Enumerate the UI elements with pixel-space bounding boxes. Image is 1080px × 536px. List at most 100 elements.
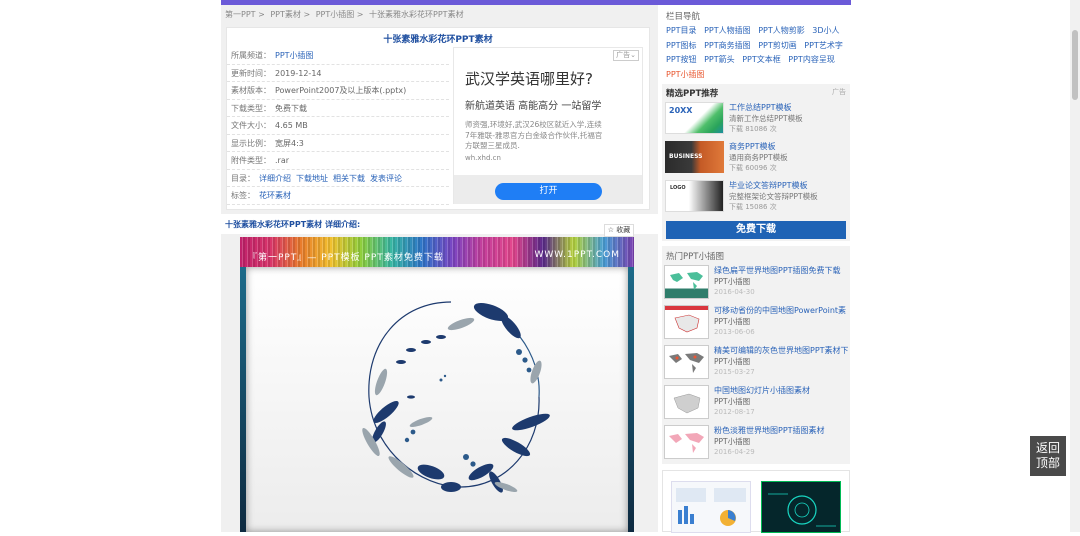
hot-item-title[interactable]: 可移动省份的中国地图PowerPoint素 <box>714 305 848 316</box>
hot-thumbnail[interactable] <box>664 265 709 299</box>
info-value: 宽屏4:3 <box>275 138 304 148</box>
recommend-item-count: 下载 15086 次 <box>729 203 777 211</box>
recommend-thumbnail[interactable]: 20XX <box>665 102 724 134</box>
toc-link-download[interactable]: 下载地址 <box>296 174 328 183</box>
world-map-icon <box>670 272 703 290</box>
nav-link-people-silhouette[interactable]: PPT人物剪影 <box>758 26 805 35</box>
hot-item-date: 2016-04-29 <box>714 448 755 456</box>
info-key: 下载类型： <box>231 103 271 113</box>
detail-panel: 十张素雅水彩花环PPT素材 所属频道： PPT小插图 更新时间： 2019-12-1… <box>226 27 650 210</box>
dashboard-thumbnail[interactable] <box>671 481 751 533</box>
info-row-channel: 所属频道： PPT小插图 <box>227 47 449 65</box>
nav-link-ppt-toc[interactable]: PPT目录 <box>666 26 697 35</box>
hot-thumbnail[interactable] <box>664 345 709 379</box>
nav-section-title: 栏目导航 <box>666 12 701 22</box>
preview-image: 『第一PPT』— PPT模板 PPT素材免费下载 WWW.1PPT.COM <box>240 237 634 532</box>
hot-thumbnail[interactable] <box>664 425 709 459</box>
preview-caption: 『第一PPT』— PPT模板 PPT素材免费下载 <box>248 253 444 263</box>
toc-link-intro[interactable]: 详细介绍 <box>259 174 291 183</box>
hot-item[interactable]: 可移动省份的中国地图PowerPoint素 PPT小插图 2013-06-06 <box>664 305 848 343</box>
hot-item[interactable]: 中国地图幻灯片小插图素材 PPT小插图 2012-08-17 <box>664 385 848 423</box>
info-key: 标签： <box>231 191 255 200</box>
chevron-down-icon: ⌄ <box>630 51 636 59</box>
recommend-item[interactable]: BUSINESS 商务PPT模板 通用商务PPT模板 下载 60096 次 <box>665 141 847 177</box>
nav-link-textbox[interactable]: PPT文本框 <box>742 55 781 64</box>
world-map-icon <box>669 353 704 373</box>
hot-item[interactable]: 精美可编辑的灰色世界地图PPT素材下 PPT小插图 2015-03-27 <box>664 345 848 383</box>
back-to-top-button[interactable]: 返回 顶部 <box>1030 436 1066 476</box>
ad-footer: 打开 <box>454 175 642 204</box>
nav-link-small-illustration[interactable]: PPT小插图 <box>666 70 705 79</box>
recommend-item-title[interactable]: 毕业论文答辩PPT模板 <box>729 180 808 191</box>
hot-item-title[interactable]: 绿色扁平世界地图PPT插图免费下载 <box>714 265 848 276</box>
ad-label-text: 广告 <box>616 51 631 59</box>
hot-item-title[interactable]: 精美可编辑的灰色世界地图PPT素材下 <box>714 345 848 356</box>
hot-item-category: PPT小插图 <box>714 357 751 366</box>
free-download-button[interactable]: 免费下载 <box>666 221 846 239</box>
hot-item[interactable]: 粉色淡雅世界地图PPT插图素材 PPT小插图 2016-04-29 <box>664 425 848 463</box>
hot-item-title[interactable]: 中国地图幻灯片小插图素材 <box>714 385 848 396</box>
page-title: 十张素雅水彩花环PPT素材 <box>383 35 493 45</box>
hot-item-title[interactable]: 粉色淡雅世界地图PPT插图素材 <box>714 425 848 436</box>
hot-thumbnail[interactable] <box>664 305 709 339</box>
hot-item-date: 2013-06-06 <box>714 328 755 336</box>
breadcrumb-ppt-illustration[interactable]: PPT小插图 <box>316 10 355 19</box>
tech-thumbnail[interactable] <box>761 481 841 533</box>
recommend-item-title[interactable]: 工作总结PPT模板 <box>729 102 792 113</box>
info-row-tag: 标签： 花环素材 <box>227 187 449 205</box>
hot-item-date: 2012-08-17 <box>714 408 755 416</box>
nav-link-content-display[interactable]: PPT内容呈现 <box>788 55 835 64</box>
info-row-updated: 更新时间： 2019-12-14 <box>227 65 449 82</box>
info-row-toc: 目录： 详细介绍 下载地址 相关下载 发表评论 <box>227 170 449 187</box>
recommend-panel: 精选PPT推荐 广告 20XX 工作总结PPT模板 清新工作总结PPT模板 下载… <box>662 84 850 241</box>
info-row-file-size: 文件大小： 4.65 MB <box>227 117 449 135</box>
info-key: 附件类型： <box>231 156 271 165</box>
recommend-item-title[interactable]: 商务PPT模板 <box>729 141 776 152</box>
thumb-label: 20XX <box>669 106 693 115</box>
ad-headline[interactable]: 武汉学英语哪里好? <box>465 68 593 89</box>
recommend-item-desc: 清新工作总结PPT模板 <box>729 114 803 123</box>
scrollbar-thumb[interactable] <box>1072 30 1078 100</box>
recommend-thumbnail[interactable]: LOGO <box>665 180 724 212</box>
recommend-item[interactable]: LOGO 毕业论文答辩PPT模板 完整框架论文答辩PPT模板 下载 15086 … <box>665 180 847 216</box>
nav-link-business-illustration[interactable]: PPT商务插图 <box>704 41 751 50</box>
ad-description: 师资强,环境好,武汉26校区就近入学,连续7年雅联-雅思官方白金级合作伙伴,托福… <box>465 120 603 150</box>
toc-link-comment[interactable]: 发表评论 <box>370 174 402 183</box>
hot-item-date: 2015-03-27 <box>714 368 755 376</box>
preview-url: WWW.1PPT.COM <box>534 250 620 260</box>
info-key: 目录： <box>231 173 255 183</box>
toc-link-related[interactable]: 相关下载 <box>333 174 365 183</box>
ad-open-button[interactable]: 打开 <box>495 183 602 200</box>
info-value: 4.65 MB <box>275 121 308 130</box>
nav-links: PPT目录 PPT人物插图 PPT人物剪影 3D小人 PPT图标 PPT商务插图… <box>666 24 851 82</box>
nav-link-arrows[interactable]: PPT箭头 <box>704 55 735 64</box>
nav-link-people-illustration[interactable]: PPT人物插图 <box>704 26 751 35</box>
info-value: PowerPoint2007及以上版本(.pptx) <box>275 86 407 95</box>
nav-link-ppt-icons[interactable]: PPT图标 <box>666 41 697 50</box>
nav-link-wordart[interactable]: PPT艺术字 <box>804 41 843 50</box>
breadcrumb-ppt-material[interactable]: PPT素材 <box>270 10 301 19</box>
favorite-button[interactable]: ☆ 收藏 <box>604 224 634 237</box>
recommend-item[interactable]: 20XX 工作总结PPT模板 清新工作总结PPT模板 下载 81086 次 <box>665 102 847 138</box>
channel-link[interactable]: PPT小插图 <box>275 51 314 60</box>
wreath-illustration <box>362 301 550 493</box>
recommend-item-count: 下载 60096 次 <box>729 164 777 172</box>
nav-link-3d-people[interactable]: 3D小人 <box>812 26 839 35</box>
bottom-promo-panel <box>662 470 850 533</box>
ad-panel[interactable]: 广告⌄ 武汉学英语哪里好? 新航道英语 高能高分 一站留学 师资强,环境好,武汉… <box>453 47 643 204</box>
nav-link-clipart[interactable]: PPT剪切画 <box>758 41 797 50</box>
breadcrumb-sep: > <box>258 10 265 19</box>
ad-label[interactable]: 广告⌄ <box>613 50 639 61</box>
recommend-thumbnail[interactable]: BUSINESS <box>665 141 724 173</box>
info-row-ratio: 显示比例： 宽屏4:3 <box>227 135 449 152</box>
tag-link[interactable]: 花环素材 <box>259 191 291 200</box>
preview-slide <box>246 267 628 532</box>
hot-item[interactable]: 绿色扁平世界地图PPT插图免费下载 PPT小插图 2016-04-30 <box>664 265 848 303</box>
nav-link-buttons[interactable]: PPT按钮 <box>666 55 697 64</box>
thumb-label: BUSINESS <box>669 153 703 160</box>
breadcrumb-home[interactable]: 第一PPT <box>225 10 256 19</box>
ad-domain: wh.xhd.cn <box>465 154 501 162</box>
page-scrollbar[interactable] <box>1070 0 1080 532</box>
hot-thumbnail[interactable] <box>664 385 709 419</box>
intro-title: 十张素雅水彩花环PPT素材 详细介绍: <box>225 220 361 229</box>
